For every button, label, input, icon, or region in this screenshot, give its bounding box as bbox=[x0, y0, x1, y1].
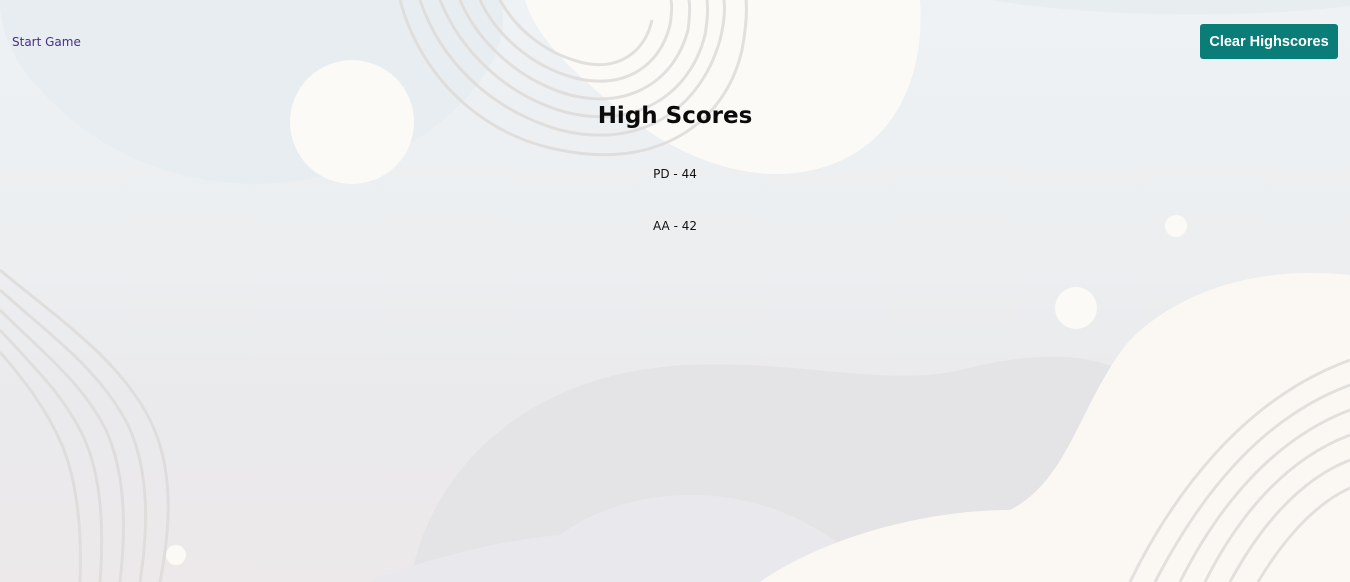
background-decoration bbox=[0, 0, 1350, 582]
start-game-link[interactable]: Start Game bbox=[12, 35, 81, 49]
score-list: PD - 44 AA - 42 bbox=[0, 164, 1350, 268]
clear-highscores-button[interactable]: Clear Highscores bbox=[1200, 24, 1338, 59]
score-list-item: AA - 42 bbox=[653, 219, 697, 233]
score-list-item: PD - 44 bbox=[653, 167, 697, 181]
page-title: High Scores bbox=[597, 103, 753, 129]
